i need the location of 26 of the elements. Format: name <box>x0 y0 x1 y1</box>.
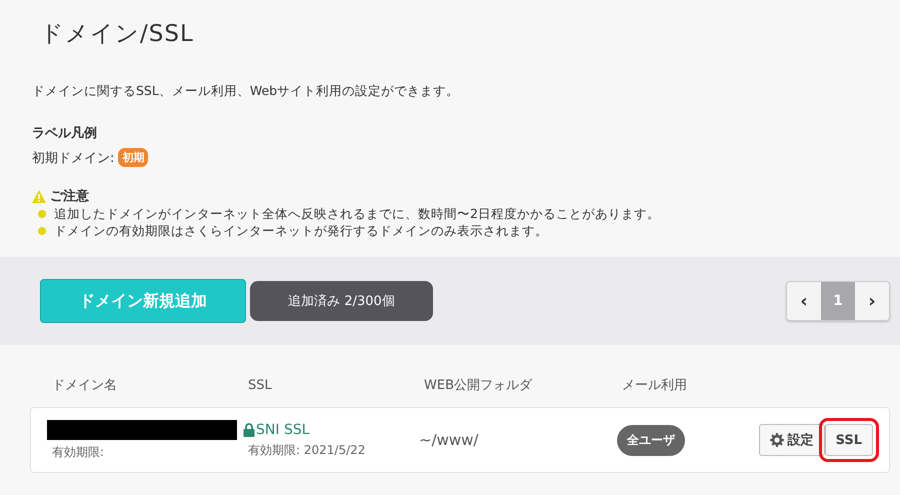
column-header: メール利用 <box>622 377 688 394</box>
folder-path: ~/www/ <box>419 431 480 449</box>
warning-icon <box>32 190 46 202</box>
page-title: ドメイン/SSL <box>40 20 195 49</box>
legend-heading: ラベル凡例 <box>32 125 98 142</box>
notice-text: 追加したドメインがインターネット全体へ反映されるまでに、数時間〜2日程度かかることがあります。 <box>54 205 660 222</box>
column-header: SSL <box>248 378 273 392</box>
notice-heading: ご注意 <box>50 188 89 205</box>
label-badge: 初期 <box>118 148 148 167</box>
lock-icon <box>243 422 255 436</box>
mail-badge: 全ユーザ <box>617 424 685 456</box>
column-header: ドメイン名 <box>52 377 118 394</box>
bullet-icon <box>38 210 46 218</box>
page-description: ドメインに関するSSL、メール利用、Webサイト利用の設定ができます。 <box>32 83 460 100</box>
bullet-icon <box>38 226 46 234</box>
ssl-link[interactable]: SNI SSL <box>256 422 310 438</box>
next-page-button[interactable]: › <box>855 282 889 320</box>
previous-page-button[interactable]: ‹ <box>787 282 821 320</box>
settings-icon <box>770 433 784 447</box>
row-action-button[interactable]: 設定 <box>758 424 825 456</box>
domain-count-label: 追加済み 2/300個 <box>250 281 433 321</box>
ssl-expiry: 有効期限: 2021/5/22 <box>247 442 366 458</box>
legend-label: 初期ドメイン: <box>32 150 114 166</box>
expiry-label: 有効期限: <box>51 444 106 460</box>
notice-text: ドメインの有効期限はさくらインターネットが発行するドメインのみ表示されます。 <box>54 222 548 239</box>
column-header: WEB公開フォルダ <box>424 377 534 394</box>
